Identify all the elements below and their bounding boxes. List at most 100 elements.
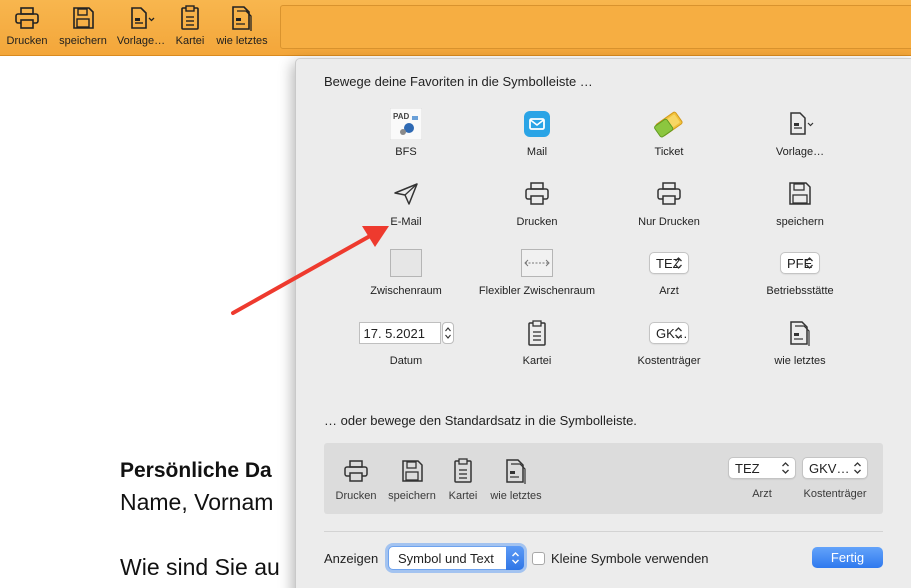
fav-label: Drucken <box>516 216 558 228</box>
default-item-label: wie letztes <box>490 490 542 502</box>
toolbar-kartei-button[interactable]: Kartei <box>172 3 208 51</box>
fav-item-save[interactable]: speichern <box>735 174 865 229</box>
toolbar-label: wie letztes <box>216 35 268 47</box>
toolbar-save-button[interactable]: speichern <box>56 3 110 51</box>
fav-label: Kostenträger <box>637 355 701 367</box>
fav-item-template[interactable]: Vorlage… <box>735 104 865 159</box>
clipboard-icon <box>175 3 205 33</box>
fav-label: Arzt <box>659 285 679 297</box>
toolbar-like-last-button[interactable]: wie letztes <box>213 3 271 51</box>
default-item-label: Arzt <box>752 488 772 500</box>
fav-item-cost-bearer[interactable]: GK… Kostenträger <box>604 313 734 368</box>
floppy-disk-icon <box>397 457 427 485</box>
printer-icon <box>649 174 689 214</box>
updown-arrows-icon <box>782 462 789 474</box>
floppy-disk-icon <box>68 3 98 33</box>
sheet-subtitle: … oder bewege den Standardsatz in die Sy… <box>324 413 637 428</box>
date-field: 17. 5.2021 <box>356 313 456 353</box>
paper-plane-icon <box>386 174 426 214</box>
clipboard-icon <box>448 457 478 485</box>
printer-icon <box>341 457 371 485</box>
fav-label: Kartei <box>522 355 552 367</box>
fav-item-kartei[interactable]: Kartei <box>472 313 602 368</box>
toolbar-flexible-area <box>280 5 911 49</box>
fav-item-ticket[interactable]: Ticket <box>604 104 734 159</box>
floppy-disk-icon <box>780 174 820 214</box>
fav-item-print[interactable]: Drucken <box>472 174 602 229</box>
default-item-like-last: wie letztes <box>486 457 546 502</box>
fav-item-date[interactable]: 17. 5.2021 Datum <box>341 313 471 368</box>
updown-arrows-icon <box>854 462 861 474</box>
fav-label: Betriebsstätte <box>766 285 834 297</box>
done-button[interactable]: Fertig <box>812 547 883 568</box>
updown-arrows-icon <box>506 546 524 570</box>
fav-item-bfs[interactable]: PAD BFS <box>341 104 471 159</box>
copy-document-icon <box>227 3 257 33</box>
fav-label: speichern <box>776 216 824 228</box>
updown-arrows-icon <box>806 257 813 269</box>
fav-label: Nur Drucken <box>638 216 700 228</box>
default-item-cost-bearer: GKV… Kostenträger <box>802 457 868 500</box>
doctor-popup: TEZ <box>728 457 796 479</box>
sheet-title: Bewege deine Favoriten in die Symbolleis… <box>324 74 593 89</box>
toolbar-label: Kartei <box>175 35 205 47</box>
toolbar-template-button[interactable]: Vorlage… <box>116 3 166 51</box>
small-icons-label: Kleine Symbole verwenden <box>551 551 709 566</box>
date-value: 17. 5.2021 <box>363 325 425 341</box>
fav-label: wie letztes <box>774 355 826 367</box>
fav-label: Datum <box>389 355 423 367</box>
toolbar-label: Vorlage… <box>116 35 166 47</box>
default-item-label: Kostenträger <box>803 488 867 500</box>
document-text-line: Name, Vornam <box>120 489 274 515</box>
show-mode-value: Symbol und Text <box>398 550 494 566</box>
template-icon <box>780 104 820 144</box>
toolbar-label: Drucken <box>6 35 48 47</box>
updown-arrows-icon <box>675 257 682 269</box>
fav-item-like-last[interactable]: wie letztes <box>735 313 865 368</box>
fav-item-doctor[interactable]: TEZ Arzt <box>604 243 734 298</box>
template-icon <box>126 3 156 33</box>
toolbar-label: speichern <box>59 35 107 47</box>
fav-item-print-only[interactable]: Nur Drucken <box>604 174 734 229</box>
date-stepper <box>441 322 454 344</box>
fav-item-mail[interactable]: Mail <box>472 104 602 159</box>
fav-label: Ticket <box>654 146 684 158</box>
divider <box>324 531 883 532</box>
cost-bearer-popup: GK… <box>649 313 689 353</box>
popup-value: GKV… <box>809 460 850 476</box>
fav-label: E-Mail <box>390 216 422 228</box>
default-item-label: Drucken <box>335 490 377 502</box>
popup-value: TEZ <box>735 460 760 476</box>
default-toolbar-set[interactable]: Drucken speichern Kartei wie letztes TEZ <box>324 443 883 514</box>
fav-item-branch[interactable]: PFE Betriebsstätte <box>735 243 865 298</box>
main-toolbar: Drucken speichern Vorlage… Kartei wie le… <box>0 0 911 56</box>
ticket-icon <box>649 104 689 144</box>
fav-item-flexible-space[interactable]: Flexibler Zwischenraum <box>472 243 602 298</box>
show-label: Anzeigen <box>324 551 379 566</box>
fav-item-space[interactable]: Zwischenraum <box>341 243 471 298</box>
default-item-doctor: TEZ Arzt <box>728 457 796 500</box>
svg-text:PAD: PAD <box>393 112 410 121</box>
fav-label: Zwischenraum <box>370 285 442 297</box>
space-icon <box>386 243 426 283</box>
fav-label: Vorlage… <box>775 146 825 158</box>
updown-arrows-icon <box>675 327 682 339</box>
copy-document-icon <box>501 457 531 485</box>
toolbar-print-button[interactable]: Drucken <box>4 3 50 51</box>
fav-label: Mail <box>526 146 548 158</box>
default-item-save: speichern <box>385 457 439 502</box>
show-mode-select[interactable]: Symbol und Text <box>388 546 524 570</box>
doctor-popup: TEZ <box>649 243 689 283</box>
small-icons-checkbox[interactable] <box>532 552 545 565</box>
branch-popup: PFE <box>780 243 820 283</box>
bfs-app-icon: PAD <box>386 104 426 144</box>
fav-label: BFS <box>395 146 417 158</box>
fav-item-email[interactable]: E-Mail <box>341 174 471 229</box>
default-item-print: Drucken <box>334 457 378 502</box>
default-item-label: Kartei <box>448 490 478 502</box>
printer-icon <box>517 174 557 214</box>
customize-toolbar-sheet: Bewege deine Favoriten in die Symbolleis… <box>295 58 911 588</box>
copy-document-icon <box>780 313 820 353</box>
mail-app-icon <box>517 104 557 144</box>
document-heading: Persönliche Da <box>120 459 272 482</box>
